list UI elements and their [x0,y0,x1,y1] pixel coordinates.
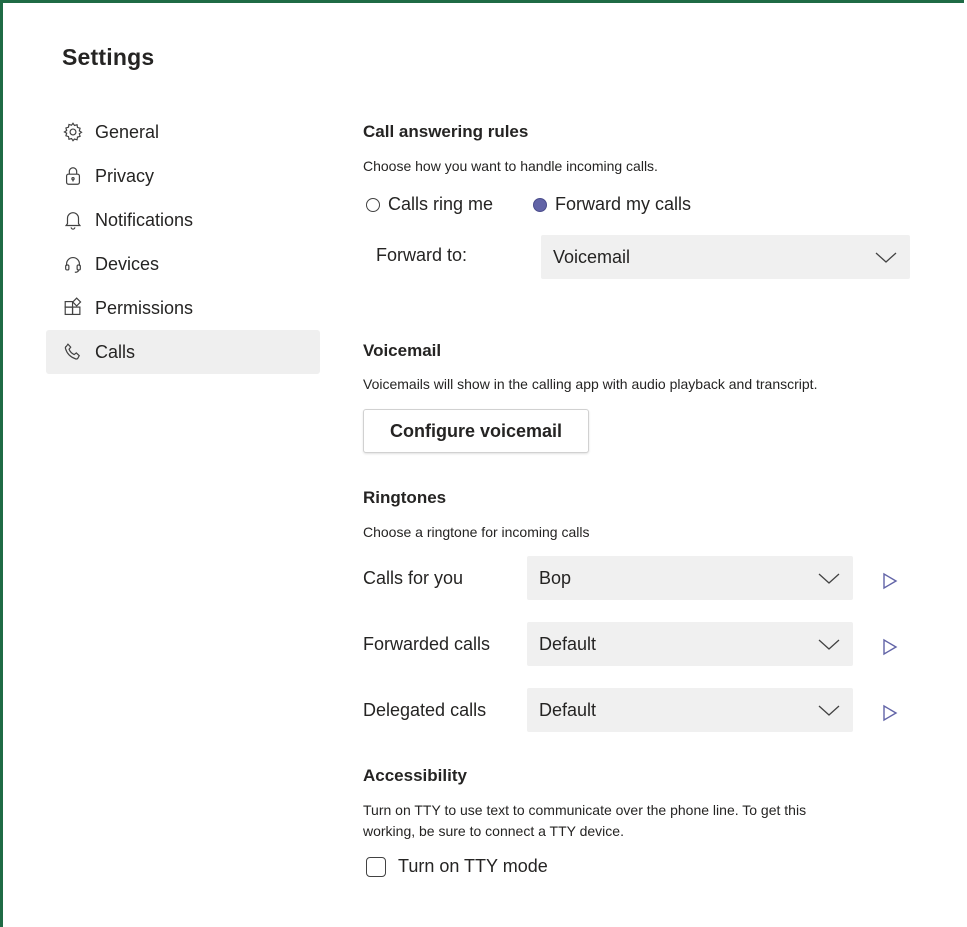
bell-icon [62,209,84,231]
radio-forward-my-calls[interactable]: Forward my calls [533,194,691,215]
sidebar-item-general[interactable]: General [46,110,320,154]
dropdown-value: Default [539,699,597,720]
call-answering-options: Calls ring me Forward my calls [366,194,731,215]
chevron-down-icon [875,252,897,263]
delegated-calls-label: Delegated calls [363,700,487,720]
sidebar-item-label: Devices [95,253,160,274]
phone-icon [62,341,84,363]
sidebar-item-label: Calls [95,341,136,362]
play-icon[interactable] [881,703,899,723]
dropdown-value: Bop [539,567,572,588]
tty-mode-option[interactable]: Turn on TTY mode [366,856,548,877]
dropdown-value: Default [539,633,597,654]
tty-mode-checkbox[interactable] [366,856,386,877]
chevron-down-icon [818,573,840,584]
call-answering-heading: Call answering rules [363,122,529,141]
forward-to-dropdown[interactable]: Voicemail [541,235,910,279]
forwarded-calls-label: Forwarded calls [363,634,491,654]
checkbox-label: Turn on TTY mode [398,856,548,876]
sidebar-item-label: Privacy [95,165,155,186]
sidebar-item-calls[interactable]: Calls [46,330,320,374]
sidebar-item-permissions[interactable]: Permissions [46,286,320,330]
accessibility-description-line2: working, be sure to connect a TTY device… [363,823,624,839]
sidebar-item-label: Permissions [95,297,194,318]
delegated-calls-dropdown[interactable]: Default [527,688,853,732]
dropdown-value: Voicemail [553,246,631,267]
radio-label: Calls ring me [388,194,494,214]
radio-circle [366,197,380,212]
sidebar-item-privacy[interactable]: Privacy [46,154,320,198]
apps-icon [62,297,84,319]
voicemail-description: Voicemails will show in the calling app … [363,376,818,392]
ringtones-heading: Ringtones [363,488,447,507]
voicemail-heading: Voicemail [363,341,442,360]
chevron-down-icon [818,639,840,650]
page-title: Settings [62,44,155,70]
ringtones-description: Choose a ringtone for incoming calls [363,524,590,540]
configure-voicemail-button[interactable]: Configure voicemail [363,409,589,453]
forward-to-label: Forward to: [376,245,468,265]
chevron-down-icon [818,705,840,716]
sidebar-item-label: Notifications [95,209,194,230]
lock-icon [62,165,84,187]
calls-for-you-label: Calls for you [363,568,464,588]
headset-icon [62,253,84,275]
play-icon[interactable] [881,637,899,657]
radio-circle-checked [533,197,548,212]
play-icon[interactable] [881,571,899,591]
accessibility-description-line1: Turn on TTY to use text to communicate o… [363,802,807,818]
call-answering-description: Choose how you want to handle incoming c… [363,158,658,174]
gear-icon [62,121,84,143]
settings-sidebar: General Privacy Notifications Devices Pe… [46,110,320,374]
calls-for-you-dropdown[interactable]: Bop [527,556,853,600]
radio-calls-ring-me[interactable]: Calls ring me [366,194,493,215]
sidebar-item-devices[interactable]: Devices [46,242,320,286]
sidebar-item-notifications[interactable]: Notifications [46,198,320,242]
radio-label: Forward my calls [555,194,692,214]
sidebar-item-label: General [95,121,160,142]
forwarded-calls-dropdown[interactable]: Default [527,622,853,666]
accessibility-heading: Accessibility [363,766,467,785]
